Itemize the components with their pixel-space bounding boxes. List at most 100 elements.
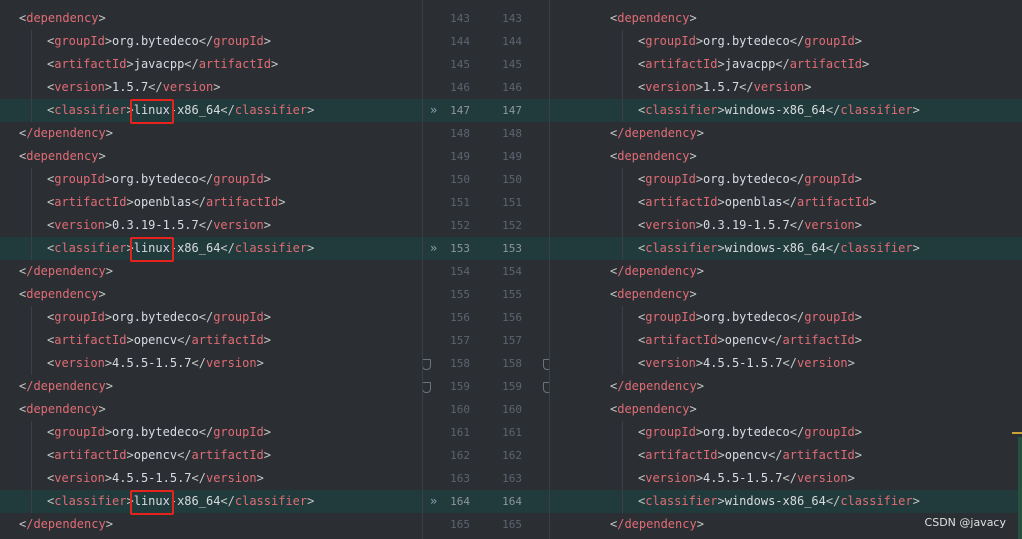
left-code-line[interactable]: <groupId>org.bytedeco</groupId> [0, 306, 422, 329]
code-text: <groupId>org.bytedeco</groupId> [47, 168, 271, 191]
left-code-line[interactable]: <groupId>org.bytedeco</groupId> [0, 421, 422, 444]
double-chevron-right-icon[interactable]: » [430, 237, 437, 260]
left-code-line[interactable]: <version>4.5.5-1.5.7</version> [0, 352, 422, 375]
gutter-row: 161 161 [422, 421, 550, 444]
xml-tag: version [213, 218, 264, 232]
angle-bracket: </ [220, 103, 235, 117]
tag-value: 4.5.5-1.5.7 [112, 356, 192, 370]
right-code-line[interactable]: </dependency> [550, 122, 1022, 145]
right-code-line[interactable]: <dependency> [550, 7, 1022, 30]
xml-tag: artifactId [796, 195, 870, 209]
angle-bracket: </ [739, 80, 754, 94]
left-code-line[interactable]: <artifactId>openblas</artifactId> [0, 191, 422, 214]
xml-tag: version [645, 218, 696, 232]
right-code-line[interactable]: <classifier>windows-x86_64</classifier> [550, 490, 1022, 513]
left-code-line[interactable]: <classifier>linux-x86_64</classifier> [0, 490, 422, 515]
xml-tag: groupId [804, 425, 855, 439]
xml-tag: /dependency [26, 517, 106, 531]
left-code-line[interactable]: <dependency> [0, 7, 422, 30]
left-code-line[interactable]: </dependency> [0, 122, 422, 145]
left-code-line[interactable]: <version>0.3.19-1.5.7</version> [0, 214, 422, 237]
scrollbar-thumb[interactable] [1018, 437, 1022, 539]
angle-bracket: > [126, 57, 134, 71]
tag-value: org.bytedeco [703, 34, 790, 48]
left-code-line[interactable]: <artifactId>javacpp</artifactId> [0, 53, 422, 76]
angle-bracket: > [278, 195, 286, 209]
gutter-row: 152 152 [422, 214, 550, 237]
angle-bracket: > [689, 11, 697, 25]
xml-tag: dependency [26, 402, 99, 416]
right-code-line[interactable]: <version>4.5.5-1.5.7</version> [550, 352, 1022, 375]
left-editor-pane[interactable]: <dependency> <groupId>org.bytedeco</group… [0, 0, 422, 539]
left-code-line[interactable]: <classifier>linux-x86_64</classifier> [0, 99, 422, 124]
angle-bracket: > [696, 264, 704, 278]
right-code-line[interactable]: <artifactId>javacpp</artifactId> [550, 53, 1022, 76]
angle-bracket: </ [789, 172, 805, 186]
left-line-number: 158 [450, 357, 470, 370]
right-code-line[interactable]: <classifier>windows-x86_64</classifier> [550, 237, 1022, 260]
xml-tag: artifactId [645, 195, 718, 209]
right-code-line[interactable]: <groupId>org.bytedeco</groupId> [550, 30, 1022, 53]
right-code-line[interactable]: <version>0.3.19-1.5.7</version> [550, 214, 1022, 237]
right-code-line[interactable]: <dependency> [550, 283, 1022, 306]
left-code-line[interactable]: <dependency> [0, 398, 422, 421]
code-text: <dependency> [19, 398, 106, 421]
right-line-number: 154 [502, 265, 522, 278]
right-code-line[interactable]: <artifactId>openblas</artifactId> [550, 191, 1022, 214]
angle-bracket: </ [198, 172, 214, 186]
left-code-line[interactable]: <version>4.5.5-1.5.7</version> [0, 467, 422, 490]
code-text: <groupId>org.bytedeco</groupId> [638, 168, 862, 191]
right-line-number: 151 [502, 196, 522, 209]
left-code-line[interactable]: <groupId>org.bytedeco</groupId> [0, 168, 422, 191]
right-line-number: 157 [502, 334, 522, 347]
xml-tag: artifactId [191, 333, 264, 347]
code-text: <artifactId>openblas</artifactId> [47, 191, 285, 214]
double-chevron-right-icon[interactable]: » [430, 490, 437, 513]
right-code-line[interactable]: <version>1.5.7</version> [550, 76, 1022, 99]
double-chevron-right-icon[interactable]: » [430, 99, 437, 122]
right-code-line[interactable]: <classifier>windows-x86_64</classifier> [550, 99, 1022, 122]
right-editor-pane[interactable]: <dependency> <groupId>org.bytedeco</group… [550, 0, 1022, 539]
angle-bracket: </ [177, 333, 192, 347]
xml-tag: groupId [645, 34, 696, 48]
tag-value: org.bytedeco [112, 425, 199, 439]
indent-guide [31, 467, 32, 490]
xml-tag: classifier [840, 241, 913, 255]
xml-tag: version [205, 356, 257, 370]
angle-bracket: > [271, 57, 279, 71]
left-code-line[interactable]: </dependency> [0, 260, 422, 283]
right-code-line[interactable]: <dependency> [550, 145, 1022, 168]
right-code-line[interactable]: <groupId>org.bytedeco</groupId> [550, 168, 1022, 191]
indent-guide [622, 444, 623, 467]
right-code-line[interactable]: <artifactId>opencv</artifactId> [550, 444, 1022, 467]
indent-guide [31, 191, 32, 214]
xml-tag: /dependency [617, 517, 697, 531]
xml-tag: artifactId [198, 57, 271, 71]
left-code-line[interactable]: <artifactId>opencv</artifactId> [0, 444, 422, 467]
right-code-line[interactable]: <groupId>org.bytedeco</groupId> [550, 421, 1022, 444]
gutter-row: 156 156 [422, 306, 550, 329]
right-code-line[interactable]: <groupId>org.bytedeco</groupId> [550, 306, 1022, 329]
left-code-line[interactable]: <dependency> [0, 283, 422, 306]
left-code-line[interactable]: </dependency> [0, 375, 422, 398]
fold-marker-icon[interactable] [422, 382, 431, 393]
right-code-line[interactable]: </dependency> [550, 260, 1022, 283]
left-code-line[interactable]: </dependency> [0, 513, 422, 536]
left-code-line[interactable]: <classifier>linux-x86_64</classifier> [0, 237, 422, 262]
left-line-number: 147 [450, 104, 470, 117]
xml-tag: version [645, 356, 696, 370]
right-code-line[interactable]: </dependency> [550, 375, 1022, 398]
right-line-number: 153 [502, 242, 522, 255]
xml-tag: /dependency [26, 264, 106, 278]
right-code-line[interactable]: <version>4.5.5-1.5.7</version> [550, 467, 1022, 490]
right-code-line[interactable]: <artifactId>opencv</artifactId> [550, 329, 1022, 352]
left-code-line[interactable]: <dependency> [0, 145, 422, 168]
left-code-line[interactable]: <version>1.5.7</version> [0, 76, 422, 99]
right-code-line[interactable]: <dependency> [550, 398, 1022, 421]
tag-value: org.bytedeco [703, 310, 790, 324]
left-code-line[interactable]: <groupId>org.bytedeco</groupId> [0, 30, 422, 53]
fold-marker-icon[interactable] [422, 359, 431, 370]
angle-bracket: > [98, 402, 106, 416]
left-code-line[interactable]: <artifactId>opencv</artifactId> [0, 329, 422, 352]
tag-value: windows-x86_64 [724, 103, 826, 117]
